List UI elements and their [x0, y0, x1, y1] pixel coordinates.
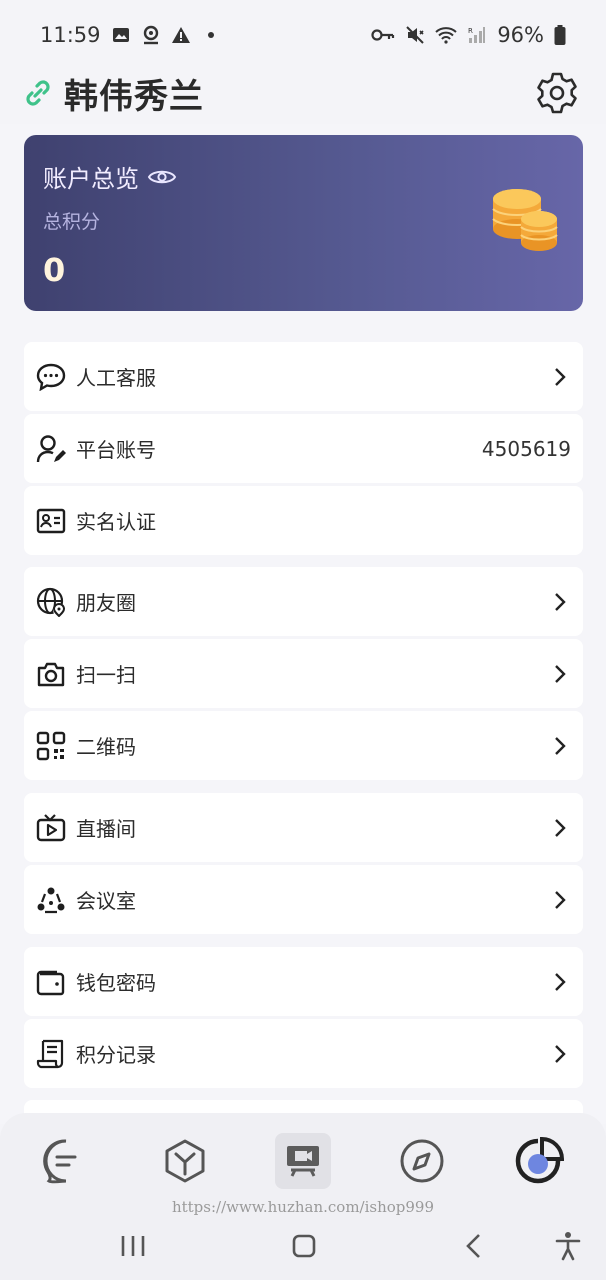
- account-subtitle: 总积分: [43, 211, 101, 233]
- gear-icon[interactable]: [534, 70, 580, 116]
- vpn-key-icon: [371, 25, 395, 45]
- menu-item-label: 实名认证: [76, 510, 156, 534]
- chevron-right-icon: [549, 663, 571, 685]
- platform-account-value: 4505619: [481, 436, 571, 461]
- scroll-icon: [36, 1039, 66, 1069]
- presentation-tab-icon[interactable]: [275, 1133, 331, 1189]
- message-tab-icon[interactable]: [38, 1133, 94, 1189]
- compass-tab-icon[interactable]: [394, 1133, 450, 1189]
- account-overview-card[interactable]: 账户总览 总积分 0: [24, 135, 583, 311]
- camera-icon: [36, 659, 66, 689]
- eye-icon[interactable]: [147, 167, 177, 187]
- coins-icon: [489, 181, 561, 253]
- watermark-url: https://www.huzhan.com/ishop999: [171, 1198, 435, 1216]
- menu-item-qr-code[interactable]: 二维码: [24, 711, 583, 780]
- pie-chart-tab-icon[interactable]: [512, 1133, 568, 1189]
- location-icon: [141, 25, 161, 45]
- qr-code-icon: [36, 731, 66, 761]
- wifi-icon: [435, 25, 457, 45]
- menu-item-label: 平台账号: [76, 438, 156, 462]
- chevron-right-icon: [549, 817, 571, 839]
- status-time: 11:59: [40, 23, 101, 47]
- chevron-right-icon: [549, 889, 571, 911]
- meeting-icon: [36, 885, 66, 915]
- menu-item-label: 积分记录: [76, 1043, 156, 1067]
- image-icon: [111, 25, 131, 45]
- battery-icon: [554, 25, 566, 45]
- chevron-right-icon: [549, 735, 571, 757]
- main-content: 账户总览 总积分 0 人工客服 平台账号 4505619 实名认证 朋友圈 扫一…: [0, 124, 606, 1124]
- chat-bubble-icon: [36, 362, 66, 392]
- link-icon: [22, 77, 54, 109]
- home-icon[interactable]: [284, 1230, 324, 1262]
- user-edit-icon: [36, 434, 66, 464]
- battery-percent: 96%: [497, 23, 544, 47]
- id-card-icon: [36, 506, 66, 536]
- menu-item-moments[interactable]: 朋友圈: [24, 567, 583, 636]
- menu-item-customer-service[interactable]: 人工客服: [24, 342, 583, 411]
- globe-pin-icon: [36, 587, 66, 617]
- bottom-navigation: https://www.huzhan.com/ishop999: [0, 1113, 606, 1280]
- wallet-icon: [36, 967, 66, 997]
- menu-item-platform-account[interactable]: 平台账号 4505619: [24, 414, 583, 483]
- mute-icon: [405, 25, 425, 45]
- menu-item-meeting-room[interactable]: 会议室: [24, 865, 583, 934]
- menu-item-label: 扫一扫: [76, 663, 136, 687]
- chevron-right-icon: [549, 971, 571, 993]
- menu-item-scan[interactable]: 扫一扫: [24, 639, 583, 708]
- chevron-right-icon: [549, 366, 571, 388]
- menu-item-wallet-password[interactable]: 钱包密码: [24, 947, 583, 1016]
- menu-item-label: 朋友圈: [76, 591, 136, 615]
- tv-play-icon: [36, 813, 66, 843]
- dot-icon: [201, 25, 221, 45]
- cube-tab-icon[interactable]: [157, 1133, 213, 1189]
- account-points-value: 0: [43, 251, 66, 289]
- menu-item-live-room[interactable]: 直播间: [24, 793, 583, 862]
- svg-text:R: R: [468, 27, 473, 35]
- accessibility-icon[interactable]: [548, 1230, 588, 1262]
- signal-icon: R: [467, 25, 487, 45]
- back-icon[interactable]: [454, 1230, 494, 1262]
- menu-item-label: 会议室: [76, 889, 136, 913]
- menu-item-points-record[interactable]: 积分记录: [24, 1019, 583, 1088]
- recents-icon[interactable]: [113, 1230, 153, 1262]
- chevron-right-icon: [549, 1043, 571, 1065]
- menu-item-label: 二维码: [76, 735, 136, 759]
- menu-item-real-name-auth[interactable]: 实名认证: [24, 486, 583, 555]
- menu-item-label: 人工客服: [76, 366, 156, 390]
- header: 韩伟秀兰: [0, 62, 606, 124]
- account-title: 账户总览: [43, 165, 139, 193]
- warning-icon: [171, 25, 191, 45]
- account-title-row: 账户总览: [43, 159, 177, 194]
- menu-item-label: 直播间: [76, 817, 136, 841]
- page-title: 韩伟秀兰: [64, 76, 204, 117]
- menu-item-label: 钱包密码: [76, 971, 156, 995]
- chevron-right-icon: [549, 591, 571, 613]
- status-bar: 11:59 R 96%: [0, 0, 606, 70]
